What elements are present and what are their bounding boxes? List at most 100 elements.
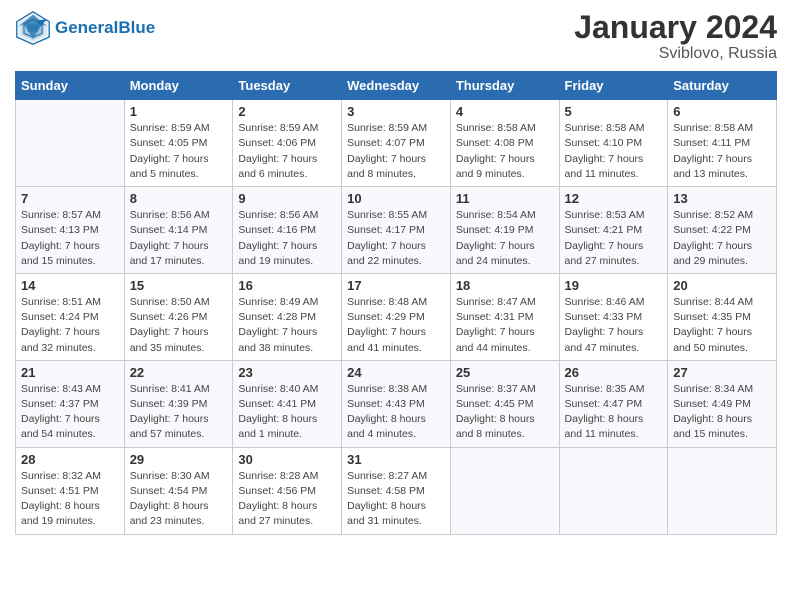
day-number: 27 — [673, 365, 771, 380]
day-info: Sunrise: 8:37 AMSunset: 4:45 PMDaylight:… — [456, 382, 554, 443]
day-number: 17 — [347, 278, 445, 293]
calendar-cell: 29 Sunrise: 8:30 AMSunset: 4:54 PMDayligh… — [124, 447, 233, 534]
calendar-cell: 1Sunrise: 8:59 AMSunset: 4:05 PMDaylight… — [124, 100, 233, 187]
day-info: Sunrise: 8:40 AMSunset: 4:41 PMDaylight:… — [238, 382, 336, 443]
day-info: Sunrise: 8:46 AMSunset: 4:33 PMDaylight:… — [565, 295, 663, 356]
day-info: Sunrise: 8:43 AMSunset: 4:37 PMDaylight:… — [21, 382, 119, 443]
day-info: Sunrise: 8:52 AMSunset: 4:22 PMDaylight:… — [673, 208, 771, 269]
calendar-cell — [668, 447, 777, 534]
col-thursday: Thursday — [450, 72, 559, 100]
calendar-week-4: 21Sunrise: 8:43 AMSunset: 4:37 PMDayligh… — [16, 360, 777, 447]
day-number: 15 — [130, 278, 228, 293]
day-info: Sunrise: 8:59 AMSunset: 4:05 PMDaylight:… — [130, 121, 228, 182]
day-info: Sunrise: 8:47 AMSunset: 4:31 PMDaylight:… — [456, 295, 554, 356]
calendar-cell: 7 Sunrise: 8:57 AMSunset: 4:13 PMDaylight… — [16, 187, 125, 274]
calendar-cell: 4Sunrise: 8:58 AMSunset: 4:08 PMDaylight… — [450, 100, 559, 187]
day-info: Sunrise: 8:27 AMSunset: 4:58 PMDaylight:… — [347, 469, 445, 530]
calendar-cell: 16Sunrise: 8:49 AMSunset: 4:28 PMDayligh… — [233, 273, 342, 360]
day-info: Sunrise: 8:58 AMSunset: 4:10 PMDaylight:… — [565, 121, 663, 182]
calendar-cell: 2 Sunrise: 8:59 AMSunset: 4:06 PMDaylight… — [233, 100, 342, 187]
calendar-week-2: 7 Sunrise: 8:57 AMSunset: 4:13 PMDaylight… — [16, 187, 777, 274]
calendar-cell: 25Sunrise: 8:37 AMSunset: 4:45 PMDayligh… — [450, 360, 559, 447]
col-friday: Friday — [559, 72, 668, 100]
day-number: 14 — [21, 278, 119, 293]
day-info: Sunrise: 8:38 AMSunset: 4:43 PMDaylight:… — [347, 382, 445, 443]
day-info: Sunrise: 8:30 AMSunset: 4:54 PMDaylight:… — [130, 469, 228, 530]
logo-blue: Blue — [118, 18, 155, 37]
day-number: 7 — [21, 191, 119, 206]
day-info: Sunrise: 8:32 AMSunset: 4:51 PMDaylight:… — [21, 469, 119, 530]
day-number: 31 — [347, 452, 445, 467]
calendar-week-1: 1Sunrise: 8:59 AMSunset: 4:05 PMDaylight… — [16, 100, 777, 187]
calendar-cell — [559, 447, 668, 534]
day-info: Sunrise: 8:56 AMSunset: 4:16 PMDaylight:… — [238, 208, 336, 269]
calendar-cell: 3 Sunrise: 8:59 AMSunset: 4:07 PMDaylight… — [342, 100, 451, 187]
day-number: 6 — [673, 104, 771, 119]
day-number: 16 — [238, 278, 336, 293]
day-number: 19 — [565, 278, 663, 293]
calendar-cell: 10Sunrise: 8:55 AMSunset: 4:17 PMDayligh… — [342, 187, 451, 274]
calendar-cell: 24 Sunrise: 8:38 AMSunset: 4:43 PMDayligh… — [342, 360, 451, 447]
day-info: Sunrise: 8:59 AMSunset: 4:07 PMDaylight:… — [347, 121, 445, 182]
day-number: 30 — [238, 452, 336, 467]
calendar-cell — [450, 447, 559, 534]
day-number: 2 — [238, 104, 336, 119]
calendar-cell: 13 Sunrise: 8:52 AMSunset: 4:22 PMDayligh… — [668, 187, 777, 274]
calendar-cell: 30Sunrise: 8:28 AMSunset: 4:56 PMDayligh… — [233, 447, 342, 534]
calendar-cell: 28Sunrise: 8:32 AMSunset: 4:51 PMDayligh… — [16, 447, 125, 534]
logo: GeneralBlue — [15, 10, 155, 46]
day-info: Sunrise: 8:35 AMSunset: 4:47 PMDaylight:… — [565, 382, 663, 443]
calendar-cell: 17 Sunrise: 8:48 AMSunset: 4:29 PMDayligh… — [342, 273, 451, 360]
calendar-cell — [16, 100, 125, 187]
day-number: 26 — [565, 365, 663, 380]
calendar-cell: 23 Sunrise: 8:40 AMSunset: 4:41 PMDayligh… — [233, 360, 342, 447]
day-number: 9 — [238, 191, 336, 206]
calendar-cell: 27 Sunrise: 8:34 AMSunset: 4:49 PMDayligh… — [668, 360, 777, 447]
calendar-cell: 11Sunrise: 8:54 AMSunset: 4:19 PMDayligh… — [450, 187, 559, 274]
calendar-cell: 20Sunrise: 8:44 AMSunset: 4:35 PMDayligh… — [668, 273, 777, 360]
day-number: 11 — [456, 191, 554, 206]
day-info: Sunrise: 8:50 AMSunset: 4:26 PMDaylight:… — [130, 295, 228, 356]
calendar-header: Sunday Monday Tuesday Wednesday Thursday… — [16, 72, 777, 100]
calendar-cell: 21Sunrise: 8:43 AMSunset: 4:37 PMDayligh… — [16, 360, 125, 447]
day-number: 5 — [565, 104, 663, 119]
calendar-week-5: 28Sunrise: 8:32 AMSunset: 4:51 PMDayligh… — [16, 447, 777, 534]
day-number: 3 — [347, 104, 445, 119]
day-number: 8 — [130, 191, 228, 206]
page: GeneralBlue January 2024 Sviblovo, Russi… — [0, 0, 792, 612]
calendar-week-3: 14 Sunrise: 8:51 AMSunset: 4:24 PMDayligh… — [16, 273, 777, 360]
calendar-cell: 18 Sunrise: 8:47 AMSunset: 4:31 PMDayligh… — [450, 273, 559, 360]
day-number: 13 — [673, 191, 771, 206]
calendar-cell: 6Sunrise: 8:58 AMSunset: 4:11 PMDaylight… — [668, 100, 777, 187]
day-info: Sunrise: 8:57 AMSunset: 4:13 PMDaylight:… — [21, 208, 119, 269]
day-number: 23 — [238, 365, 336, 380]
day-info: Sunrise: 8:56 AMSunset: 4:14 PMDaylight:… — [130, 208, 228, 269]
calendar-cell: 14 Sunrise: 8:51 AMSunset: 4:24 PMDayligh… — [16, 273, 125, 360]
day-info: Sunrise: 8:53 AMSunset: 4:21 PMDaylight:… — [565, 208, 663, 269]
calendar-table: Sunday Monday Tuesday Wednesday Thursday… — [15, 71, 777, 534]
day-number: 4 — [456, 104, 554, 119]
col-monday: Monday — [124, 72, 233, 100]
day-number: 20 — [673, 278, 771, 293]
calendar-cell: 5 Sunrise: 8:58 AMSunset: 4:10 PMDaylight… — [559, 100, 668, 187]
calendar-cell: 19 Sunrise: 8:46 AMSunset: 4:33 PMDayligh… — [559, 273, 668, 360]
header: GeneralBlue January 2024 Sviblovo, Russi… — [15, 10, 777, 63]
day-number: 18 — [456, 278, 554, 293]
day-info: Sunrise: 8:51 AMSunset: 4:24 PMDaylight:… — [21, 295, 119, 356]
day-info: Sunrise: 8:59 AMSunset: 4:06 PMDaylight:… — [238, 121, 336, 182]
title-area: January 2024 Sviblovo, Russia — [574, 10, 777, 63]
day-number: 24 — [347, 365, 445, 380]
day-number: 29 — [130, 452, 228, 467]
calendar-cell: 31 Sunrise: 8:27 AMSunset: 4:58 PMDayligh… — [342, 447, 451, 534]
day-info: Sunrise: 8:48 AMSunset: 4:29 PMDaylight:… — [347, 295, 445, 356]
logo-general: General — [55, 18, 118, 37]
calendar-cell: 15 Sunrise: 8:50 AMSunset: 4:26 PMDayligh… — [124, 273, 233, 360]
logo-icon — [15, 10, 51, 46]
calendar-cell: 22Sunrise: 8:41 AMSunset: 4:39 PMDayligh… — [124, 360, 233, 447]
logo-text: GeneralBlue — [55, 19, 155, 38]
col-wednesday: Wednesday — [342, 72, 451, 100]
calendar-cell: 9 Sunrise: 8:56 AMSunset: 4:16 PMDaylight… — [233, 187, 342, 274]
col-sunday: Sunday — [16, 72, 125, 100]
day-info: Sunrise: 8:34 AMSunset: 4:49 PMDaylight:… — [673, 382, 771, 443]
col-tuesday: Tuesday — [233, 72, 342, 100]
